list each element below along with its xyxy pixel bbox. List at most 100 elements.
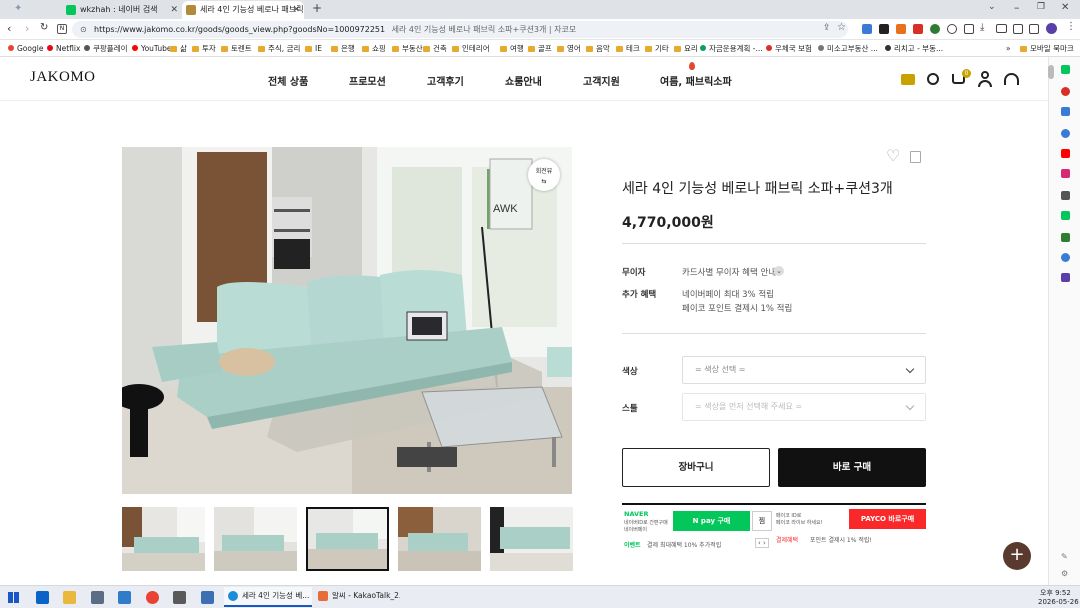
bookmark-item[interactable]: 테크 — [616, 40, 640, 56]
bookmark-item[interactable]: YouTube — [132, 40, 172, 56]
tab-naver-search[interactable]: wkzhah : 네이버 검색 ✕ — [62, 1, 182, 19]
bookmark-item[interactable]: 음악 — [586, 40, 610, 56]
extension-icon[interactable] — [930, 24, 940, 34]
sidebar-youtube-icon[interactable] — [1061, 149, 1070, 158]
bookmark-star-icon[interactable]: ☆ — [837, 22, 846, 33]
thumbnail-2[interactable] — [214, 507, 297, 571]
bookmark-item[interactable]: 주식, 금리 — [258, 40, 300, 56]
extension-icon[interactable] — [879, 24, 889, 34]
nav-summer-fabric-sofa[interactable]: 여름, 패브릭소파 — [660, 73, 732, 88]
url-field[interactable]: ⊙ https://www.jakomo.co.kr/goods/goods_v… — [72, 21, 848, 38]
sidebar-app-icon[interactable] — [1061, 107, 1070, 116]
naver-whale-icon[interactable]: N — [57, 24, 67, 34]
user-icon[interactable] — [978, 71, 992, 87]
bookmark-item[interactable]: 투자 — [192, 40, 216, 56]
extension-icon[interactable] — [947, 24, 957, 34]
chrome-icon[interactable] — [146, 591, 159, 604]
new-tab-button[interactable]: + — [312, 1, 322, 15]
showroom-ticket-icon[interactable] — [901, 74, 915, 85]
stool-select[interactable]: = 색상을 먼저 선택해 주세요 = — [682, 393, 926, 421]
clock-time[interactable]: 오후 9:52 — [1040, 588, 1071, 598]
product-main-image[interactable]: AWK 회전뷰 ⇆ — [122, 147, 572, 494]
thumbnail-1[interactable] — [122, 507, 205, 571]
bookmark-item[interactable]: 영어 — [557, 40, 581, 56]
site-info-icon[interactable]: ⊙ — [80, 21, 87, 38]
tab-search-chevron-icon[interactable]: ⌄ — [988, 2, 996, 12]
bookmark-item[interactable]: 우체국 보험 — [766, 40, 812, 56]
start-icon[interactable] — [8, 592, 19, 603]
interest-free-link[interactable]: 카드사별 무이자 혜택 안내 — [682, 266, 776, 278]
bookmark-item[interactable]: 인테리어 — [452, 40, 490, 56]
taskbar-item-browser[interactable]: 세라 4인 기능성 베... — [224, 587, 312, 607]
forward-icon[interactable]: › — [25, 22, 29, 35]
payco-buy-button[interactable]: PAYCO 바로구매 — [849, 509, 926, 529]
sidebar-app-icon[interactable] — [1061, 233, 1070, 242]
nav-all-products[interactable]: 전체 상품 — [268, 73, 308, 88]
thumbnail-3-selected[interactable] — [306, 507, 389, 571]
mobile-bookmarks-folder[interactable]: 모바일 북마크 — [1020, 40, 1074, 56]
bookmark-item[interactable]: 은행 — [331, 40, 355, 56]
sidebar-instagram-icon[interactable] — [1061, 169, 1070, 178]
tab-jakomo-product[interactable]: 세라 4인 기능성 베로나 패브릭 ✕ — [182, 1, 304, 19]
app-icon[interactable] — [118, 591, 131, 604]
outlook-icon[interactable] — [36, 591, 49, 604]
close-tab-icon[interactable]: ✕ — [170, 1, 178, 19]
nav-support[interactable]: 고객지원 — [583, 73, 620, 88]
side-panel-icon[interactable] — [1029, 24, 1039, 34]
browser-menu-icon[interactable]: ✦ — [14, 3, 22, 14]
bookmark-item[interactable]: 요리 — [674, 40, 698, 56]
bookmark-item[interactable]: 리치고 - 부동... — [885, 40, 943, 56]
extension-icon[interactable] — [996, 24, 1007, 33]
file-explorer-icon[interactable] — [63, 591, 76, 604]
extension-icon[interactable] — [862, 24, 872, 34]
minimize-window-icon[interactable]: – — [1014, 1, 1020, 14]
calculator-icon[interactable] — [91, 591, 104, 604]
thumbnail-4[interactable] — [398, 507, 481, 571]
sidebar-app-icon[interactable] — [1061, 273, 1070, 282]
share-icon[interactable]: ⇪ — [823, 23, 831, 33]
bookmark-item[interactable]: 쿠팡플레이 — [84, 40, 128, 56]
profile-avatar[interactable] — [1046, 23, 1057, 34]
close-window-icon[interactable]: ✕ — [1061, 2, 1069, 13]
chevron-down-icon[interactable]: ⌄ — [774, 266, 784, 276]
bookmark-item[interactable]: 여행 — [500, 40, 524, 56]
search-icon[interactable] — [927, 73, 939, 85]
color-select[interactable]: = 색상 선택 = — [682, 356, 926, 384]
bookmark-item[interactable]: 건축 — [423, 40, 447, 56]
pager-arrows[interactable]: ‹ › — [755, 538, 769, 548]
bookmark-item[interactable]: 기타 — [645, 40, 669, 56]
close-tab-icon[interactable]: ✕ — [292, 1, 300, 19]
reload-icon[interactable]: ↻ — [40, 22, 48, 33]
bookmark-item[interactable]: 골프 — [528, 40, 552, 56]
nav-showroom[interactable]: 쇼룸안내 — [505, 73, 542, 88]
sidebar-app-icon[interactable] — [1061, 65, 1070, 74]
browser-menu-icon[interactable]: ⋮ — [1066, 21, 1076, 32]
npay-buy-button[interactable]: N pay 구매 — [673, 511, 750, 531]
sidebar-app-icon[interactable] — [1061, 129, 1070, 138]
extension-icon[interactable] — [964, 24, 974, 34]
bookmark-item[interactable]: 미소고부동산 ... — [818, 40, 878, 56]
jjim-button[interactable]: 찜 — [752, 511, 772, 531]
bookmark-item[interactable]: Google — [8, 40, 43, 56]
bookmark-item[interactable]: IE — [305, 40, 322, 56]
jakomo-logo[interactable]: JAKOMO — [30, 69, 96, 86]
extension-icon[interactable] — [913, 24, 923, 34]
bookmark-item[interactable]: 자금운용계획 -... — [700, 40, 763, 56]
bookmark-item[interactable]: Netflix — [47, 40, 80, 56]
copy-link-icon[interactable] — [910, 151, 921, 163]
bookmark-item[interactable]: 쇼핑 — [362, 40, 386, 56]
bookmark-item[interactable]: 부동산 — [392, 40, 423, 56]
extension-icon[interactable] — [896, 24, 906, 34]
sidebar-settings-icon[interactable]: ⚙ — [1061, 569, 1068, 578]
bookmark-item[interactable]: 삶 — [170, 40, 187, 56]
clock-date[interactable]: 2026-05-26 — [1038, 598, 1079, 606]
sidebar-pin-icon[interactable]: ✎ — [1061, 552, 1068, 561]
add-to-cart-button[interactable]: 장바구니 — [622, 448, 770, 487]
bookmarks-overflow-button[interactable]: » — [1006, 40, 1011, 56]
rotate-view-badge[interactable]: 회전뷰 ⇆ — [528, 159, 560, 191]
restore-window-icon[interactable]: ❐ — [1037, 2, 1045, 12]
app-icon[interactable] — [201, 591, 214, 604]
sidebar-app-icon[interactable] — [1061, 211, 1070, 220]
buy-now-button[interactable]: 바로 구매 — [778, 448, 926, 487]
bookmark-item[interactable]: 토렌트 — [221, 40, 252, 56]
